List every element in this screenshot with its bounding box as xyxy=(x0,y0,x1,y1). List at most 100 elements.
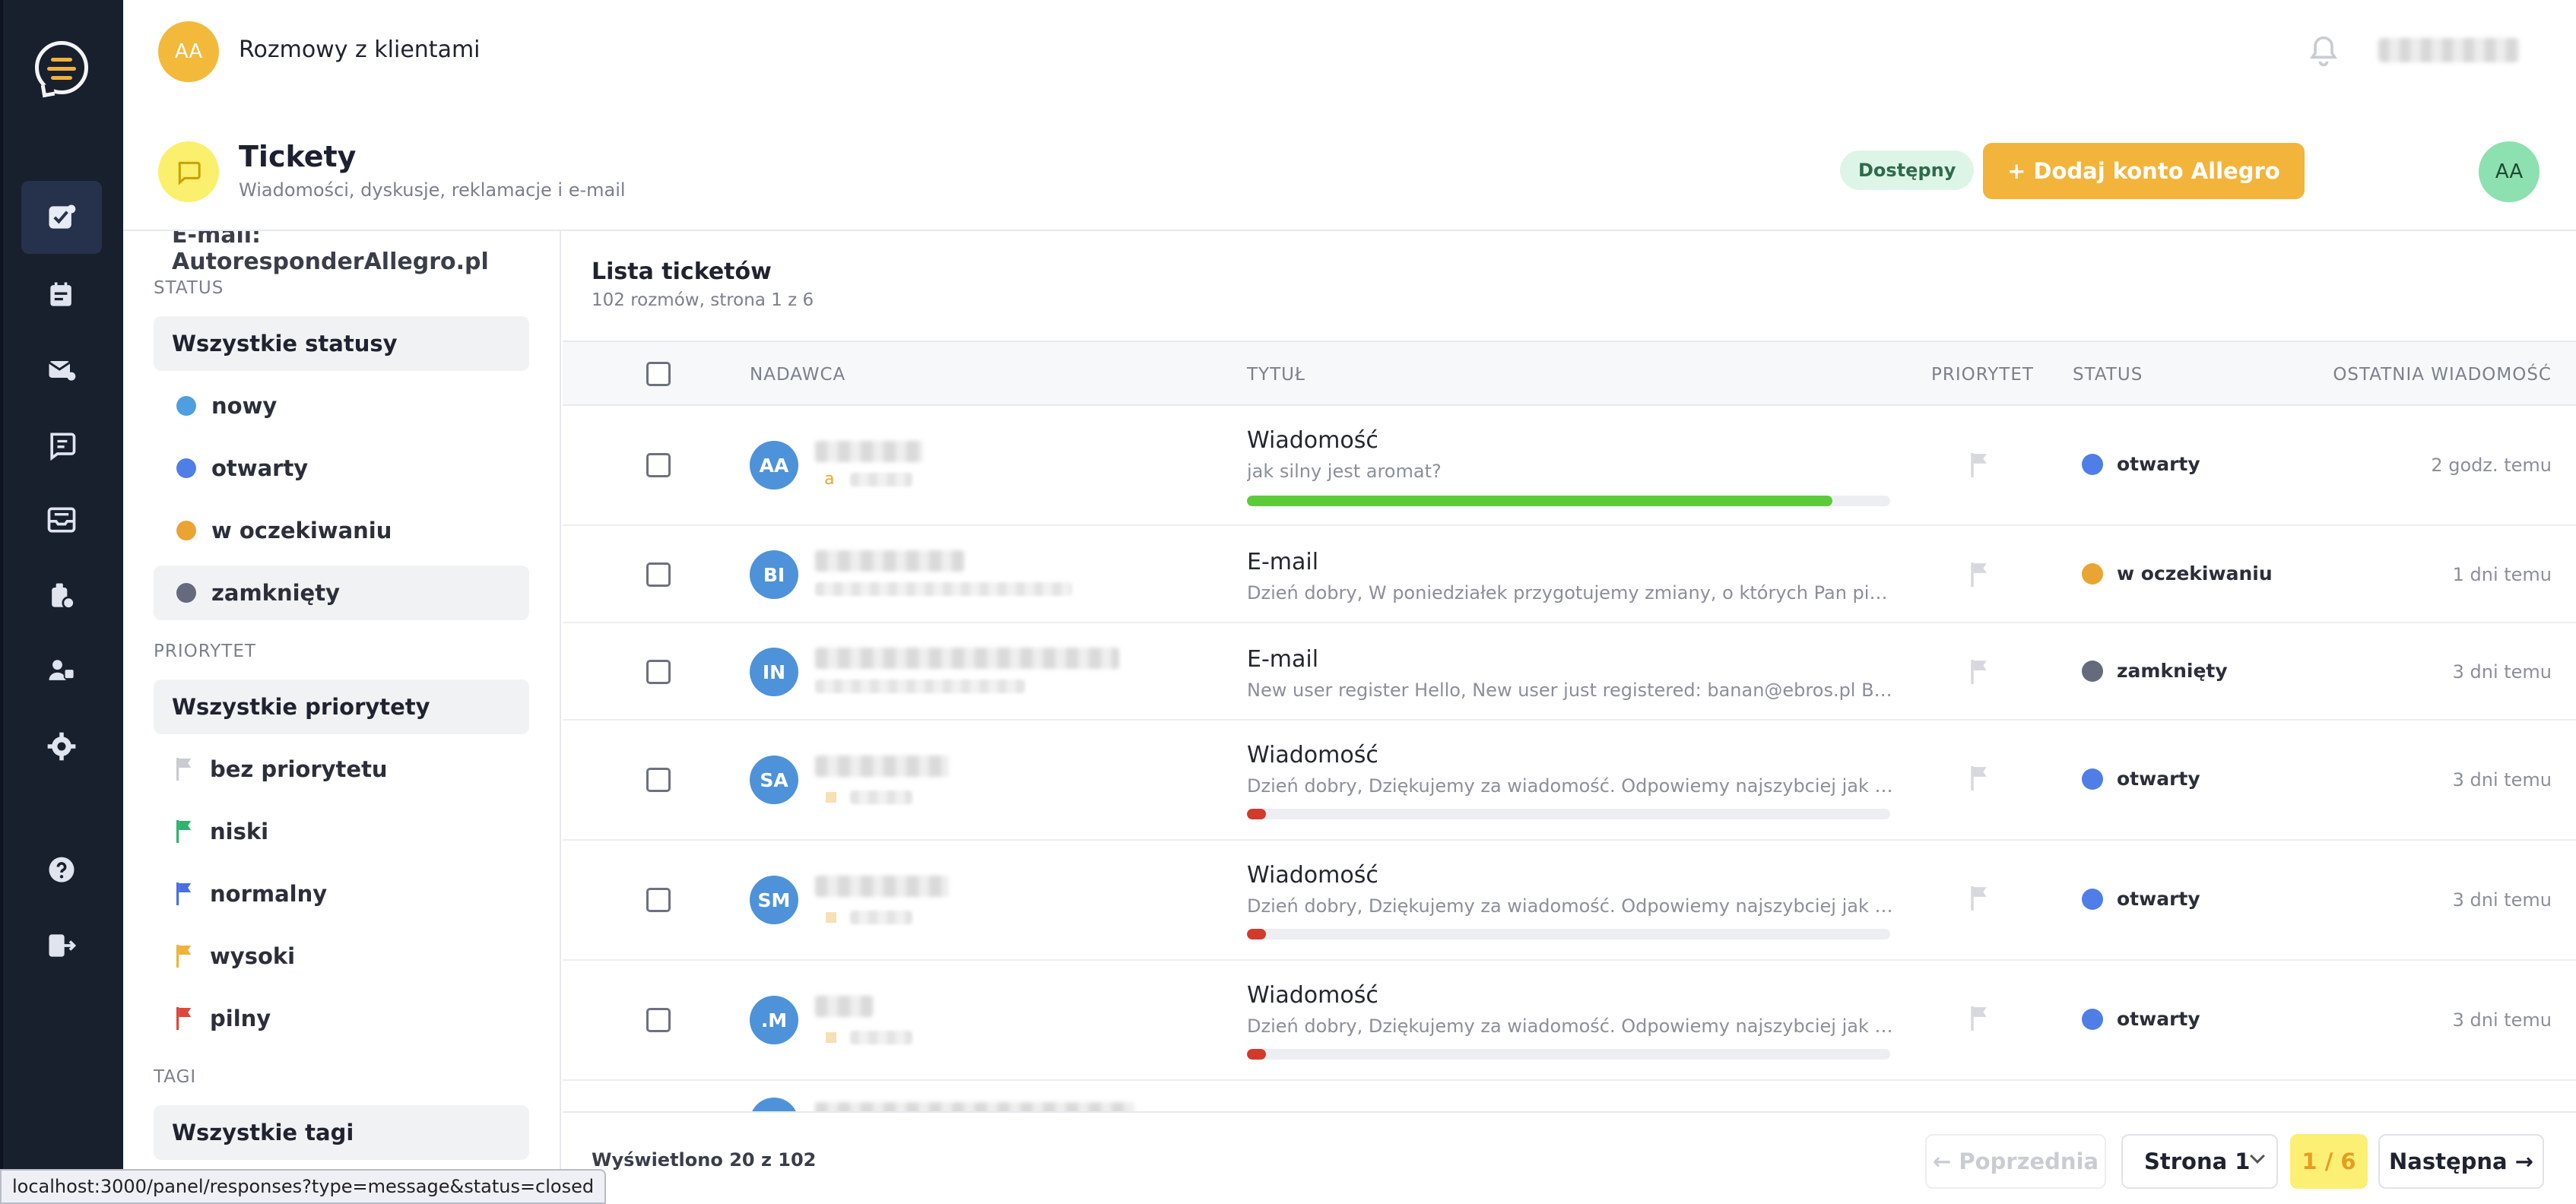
sla-progress-bar xyxy=(1247,1049,1890,1060)
autoresponder-filter-label[interactable]: E-mail: AutoresponderAllegro.pl xyxy=(172,231,560,275)
sender-name-blurred xyxy=(815,550,964,572)
app-logo-icon[interactable] xyxy=(35,41,88,98)
sender-detail-blurred xyxy=(850,911,912,924)
priority-all-filter[interactable]: Wszystkie priorytety xyxy=(154,680,529,734)
ticket-title: Wiadomość xyxy=(1247,982,1378,1009)
row-checkbox[interactable] xyxy=(646,562,671,587)
ticket-preview: Dzień dobry, Dziękujemy za wiadomość. Od… xyxy=(1247,895,1893,917)
status-filter-open[interactable]: otwarty xyxy=(154,441,529,496)
column-header-priority[interactable]: PRIORYTET xyxy=(1931,365,2034,385)
next-page-button[interactable]: Następna → xyxy=(2378,1134,2544,1189)
sender-avatar: AA xyxy=(750,441,798,490)
availability-badge[interactable]: Dostępny xyxy=(1840,150,1975,190)
ticket-preview: Dzień dobry, Dziękujemy za wiadomość. Od… xyxy=(1247,775,1893,797)
status-dot xyxy=(176,521,196,540)
row-checkbox[interactable] xyxy=(646,768,671,792)
chevron-down-icon xyxy=(2250,1149,2265,1164)
status-label: otwarty xyxy=(2117,1008,2200,1030)
users-nav-icon[interactable] xyxy=(21,634,102,707)
sla-progress-bar xyxy=(1247,496,1890,506)
priority-flag-icon[interactable] xyxy=(1971,766,1989,791)
status-dot xyxy=(2082,888,2103,910)
last-message-time: 3 dni temu xyxy=(2452,889,2552,911)
filter-sidebar: E-mail: AutoresponderAllegro.pl STATUS W… xyxy=(123,231,561,1204)
status-label: zamknięty xyxy=(2117,660,2228,682)
prev-page-button[interactable]: ← Poprzednia xyxy=(1925,1134,2106,1189)
column-header-status[interactable]: STATUS xyxy=(2073,365,2143,385)
ticket-status: otwarty xyxy=(2082,1008,2200,1030)
status-all-filter[interactable]: Wszystkie statusy xyxy=(154,316,529,371)
workspace-avatar[interactable]: AA xyxy=(158,21,219,82)
flag-icon xyxy=(176,945,192,968)
logout-icon[interactable] xyxy=(21,909,102,982)
tags-all-filter[interactable]: Wszystkie tagi xyxy=(154,1105,529,1160)
user-name-blurred[interactable] xyxy=(2378,38,2520,62)
priority-filter-label: niski xyxy=(210,819,269,844)
row-checkbox[interactable] xyxy=(646,453,671,477)
column-header-title[interactable]: TYTUŁ xyxy=(1247,365,1305,385)
priority-filter-low[interactable]: niski xyxy=(154,804,529,859)
page-select[interactable]: Strona 1 xyxy=(2121,1134,2278,1189)
status-filter-waiting[interactable]: w oczekiwaniu xyxy=(154,503,529,558)
status-label: otwarty xyxy=(2117,453,2200,475)
table-row[interactable]: SA Wiadomość Dzień dobry, Dziękujemy za … xyxy=(563,722,2576,841)
priority-filter-high[interactable]: wysoki xyxy=(154,929,529,984)
priority-filter-normal[interactable]: normalny xyxy=(154,867,529,921)
table-row[interactable]: AA a Wiadomość jak silny jest aromat? ot… xyxy=(563,406,2576,526)
messages-nav-icon[interactable] xyxy=(21,409,102,482)
row-checkbox[interactable] xyxy=(646,660,671,684)
page-title: Tickety xyxy=(239,140,357,173)
table-row[interactable]: .M Wiadomość Dzień dobry, Dziękujemy za … xyxy=(563,962,2576,1081)
status-filter-new[interactable]: nowy xyxy=(154,379,529,433)
returns-nav-icon[interactable] xyxy=(21,559,102,632)
status-dot xyxy=(176,396,196,416)
priority-filter-urgent[interactable]: pilny xyxy=(154,991,529,1046)
allegro-mark-icon xyxy=(826,792,836,803)
table-row-partial[interactable] xyxy=(563,1082,2576,1113)
sender-detail-blurred xyxy=(850,791,912,804)
tickets-nav-icon[interactable] xyxy=(21,181,102,254)
priority-filter-none[interactable]: bez priorytetu xyxy=(154,742,529,797)
add-allegro-account-button[interactable]: + Dodaj konto Allegro xyxy=(1983,143,2305,199)
sender-name-blurred xyxy=(815,756,949,777)
ticket-title: Wiadomość xyxy=(1247,862,1378,889)
status-label: otwarty xyxy=(2117,768,2200,790)
top-bar: AA Rozmowy z klientami xyxy=(123,0,2576,103)
priority-flag-icon[interactable] xyxy=(1971,453,1989,477)
progress-fill xyxy=(1247,809,1267,819)
sender-detail-blurred xyxy=(815,582,1072,596)
priority-flag-icon[interactable] xyxy=(1971,562,1989,587)
sender-detail-blurred xyxy=(815,680,1025,693)
sla-progress-bar xyxy=(1247,809,1890,819)
user-avatar[interactable]: AA xyxy=(2479,141,2540,202)
sender-detail-blurred xyxy=(850,473,912,486)
sender-name-blurred xyxy=(815,648,1119,669)
notifications-bell-icon[interactable] xyxy=(2307,33,2340,70)
column-header-sender[interactable]: NADAWCA xyxy=(750,365,845,385)
table-row[interactable]: IN E-mail New user register Hello, New u… xyxy=(563,625,2576,721)
table-row[interactable]: SM Wiadomość Dzień dobry, Dziękujemy za … xyxy=(563,842,2576,961)
status-dot xyxy=(176,458,196,478)
pagination-footer: Wyświetlono 20 z 102 ← Poprzednia Strona… xyxy=(563,1111,2576,1204)
status-dot xyxy=(2082,1008,2103,1030)
priority-flag-icon[interactable] xyxy=(1971,1006,1989,1031)
row-checkbox[interactable] xyxy=(646,1008,671,1032)
settings-gear-icon[interactable] xyxy=(21,710,102,783)
ticket-status: otwarty xyxy=(2082,453,2200,475)
select-all-checkbox[interactable] xyxy=(646,362,671,386)
row-checkbox[interactable] xyxy=(646,888,671,912)
ticket-status: otwarty xyxy=(2082,888,2200,910)
table-row[interactable]: BI E-mail Dzień dobry, W poniedziałek pr… xyxy=(563,528,2576,623)
page-select-value: Strona 1 xyxy=(2144,1149,2251,1174)
status-label: w oczekiwaniu xyxy=(2117,562,2273,585)
sender-avatar: SM xyxy=(750,876,798,924)
column-header-last-message[interactable]: OSTATNIA WIADOMOŚĆ xyxy=(2333,365,2552,385)
mail-nav-icon[interactable] xyxy=(21,333,102,406)
help-icon[interactable] xyxy=(21,835,102,908)
inbox-nav-icon[interactable] xyxy=(21,483,102,556)
priority-flag-icon[interactable] xyxy=(1971,660,1989,684)
status-filter-closed[interactable]: zamknięty xyxy=(154,566,529,620)
priority-flag-icon[interactable] xyxy=(1971,886,1989,911)
tasks-nav-icon[interactable] xyxy=(21,258,102,331)
list-subtitle: 102 rozmów, strona 1 z 6 xyxy=(592,290,814,310)
